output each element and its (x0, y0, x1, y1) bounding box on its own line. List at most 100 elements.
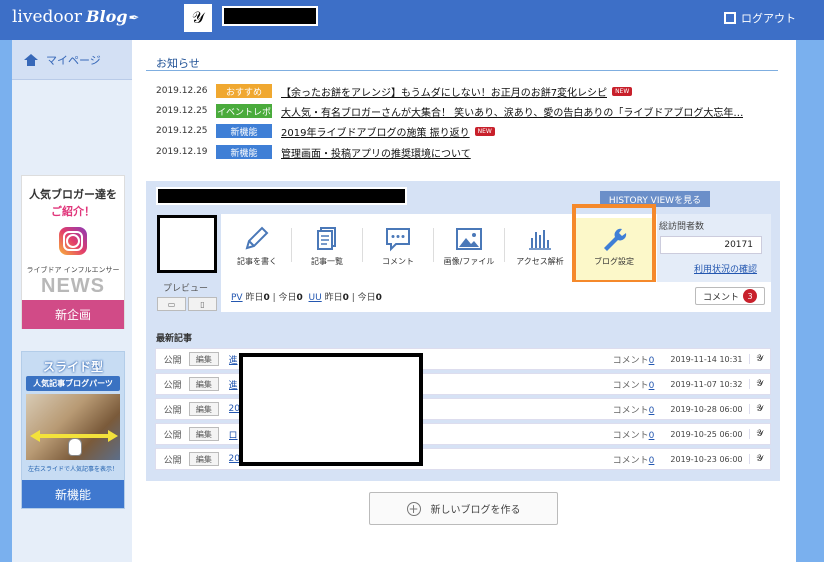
post-date: 2019-11-07 10:32 (670, 379, 743, 389)
edit-button[interactable]: 編集 (189, 427, 219, 441)
influencer-news-banner[interactable]: 人気ブロガー達を ご紹介！ ライブドア インフルエンサー NEWS 新企画 (21, 175, 125, 329)
stat-label: 昨日 (324, 293, 343, 303)
sidebar-item-mypage[interactable]: マイページ (12, 40, 132, 80)
post-status: 公開 (163, 405, 182, 416)
post-status: 公開 (163, 430, 182, 441)
comments-button[interactable]: コメント 3 (695, 287, 765, 305)
new-project-button[interactable]: 新企画 (22, 300, 124, 329)
pv-today-value: 0 (296, 293, 303, 303)
comment-count-badge: 3 (743, 289, 757, 303)
news-tag: イベントレポ (216, 104, 272, 118)
logout-button[interactable]: ログアウト (724, 10, 796, 26)
banner-title-accent: ご紹介！ (51, 205, 95, 218)
banner-subtitle: 人気記事ブログパーツ (26, 376, 120, 391)
post-date: 2019-10-23 06:00 (670, 454, 743, 464)
write-post-button[interactable]: 記事を書く (222, 222, 292, 272)
post-comments: コメント0 (592, 353, 655, 366)
create-new-blog-label: 新しいブログを作る (430, 505, 521, 516)
mobile-icon: ▯ (200, 299, 205, 309)
post-list-button[interactable]: 記事一覧 (292, 222, 362, 272)
comment-tool-button[interactable]: コメント (363, 222, 433, 272)
access-analytics-button[interactable]: アクセス解析 (505, 222, 575, 272)
news-link[interactable]: 大人気・有名ブロガーさんが大集合！ 笑いあり、涙あり、愛の告白ありの「ライブドア… (281, 104, 743, 119)
logo-text: livedoor (12, 7, 83, 27)
author-avatar: 𝒴 (748, 354, 771, 364)
uu-link[interactable]: UU (309, 293, 322, 303)
news-item: 2019.12.25 イベントレポ 大人気・有名ブロガーさんが大集合！ 笑いあり… (156, 103, 743, 119)
news-link[interactable]: 2019年ライブドアブログの施策 振り返り (281, 124, 470, 139)
news-tag: 新機能 (216, 145, 272, 159)
pv-uu-stats: PV 昨日0 | 今日0 UU 昨日0 | 今日0 (231, 293, 382, 303)
pencil-icon (245, 226, 269, 250)
comment-count-link[interactable]: 0 (649, 406, 655, 416)
news-link[interactable]: 管理画面・投稿アプリの推奨環境について (281, 145, 471, 160)
edit-button[interactable]: 編集 (189, 352, 219, 366)
pv-link[interactable]: PV (231, 293, 243, 303)
highlight-frame (572, 204, 656, 284)
comment-count-link[interactable]: 0 (649, 356, 655, 366)
uu-today-value: 0 (375, 293, 382, 303)
comment-label: コメント (612, 430, 649, 441)
plus-circle-icon: + (406, 501, 421, 516)
news-item: 2019.12.26 おすすめ 【余ったお餅をアレンジ】もうムダにしない！お正月… (156, 83, 633, 99)
news-link[interactable]: 【余ったお餅をアレンジ】もうムダにしない！お正月のお餅7変化レシピ (281, 84, 607, 99)
new-badge: NEW (612, 86, 633, 96)
author-avatar: 𝒴 (748, 454, 771, 464)
post-status: 公開 (163, 455, 182, 466)
blog-thumbnail[interactable] (157, 215, 217, 273)
desktop-preview-button[interactable]: ▭ (157, 297, 186, 311)
redacted-username (222, 6, 318, 26)
comment-label: コメント (612, 455, 649, 466)
hand-pointer-icon (68, 438, 82, 456)
banner-news-text: NEWS (41, 275, 105, 297)
stat-label: 今日 (278, 293, 297, 303)
document-list-icon (317, 227, 336, 250)
news-date: 2019.12.19 (156, 147, 208, 157)
bar-chart-icon (529, 230, 551, 250)
usage-status-link[interactable]: 利用状況の確認 (694, 262, 757, 275)
edit-button[interactable]: 編集 (189, 402, 219, 416)
edit-button[interactable]: 編集 (189, 377, 219, 391)
tool-label: 画像/ファイル (443, 257, 495, 266)
comment-count-link[interactable]: 0 (649, 456, 655, 466)
news-tag: 新機能 (216, 124, 272, 138)
pv-yesterday-value: 0 (263, 293, 270, 303)
post-date: 2019-10-25 06:00 (670, 429, 743, 439)
banner-subtitle: ライブドア インフルエンサー (26, 266, 120, 274)
banner-title: スライド型 (42, 360, 103, 374)
user-avatar[interactable]: 𝒴 (184, 4, 212, 32)
home-icon (24, 53, 38, 66)
preview-label: プレビュー (163, 284, 209, 294)
comment-count-link[interactable]: 0 (649, 431, 655, 441)
tool-label: コメント (382, 257, 414, 266)
redaction-box (239, 353, 423, 466)
logout-icon (724, 12, 736, 24)
post-comments: コメント0 (592, 453, 655, 466)
tool-label: アクセス解析 (516, 257, 564, 266)
news-date: 2019.12.26 (156, 86, 208, 96)
background-left (0, 40, 12, 562)
feather-icon: ✒ (128, 11, 140, 26)
post-comments: コメント0 (592, 428, 655, 441)
post-status: 公開 (163, 380, 182, 391)
stat-label: 今日 (357, 293, 376, 303)
mobile-preview-button[interactable]: ▯ (188, 297, 217, 311)
banner-title: 人気ブロガー達を (29, 188, 117, 201)
banner-caption: 左右スライドで人気記事を表示！ (27, 466, 118, 473)
desktop-icon: ▭ (167, 299, 176, 309)
uu-yesterday-value: 0 (342, 293, 349, 303)
edit-button[interactable]: 編集 (189, 452, 219, 466)
image-file-button[interactable]: 画像/ファイル (434, 222, 504, 272)
create-new-blog-button[interactable]: + 新しいブログを作る (369, 492, 558, 525)
post-date: 2019-11-14 10:31 (670, 354, 743, 364)
news-date: 2019.12.25 (156, 126, 208, 136)
comment-count-link[interactable]: 0 (649, 381, 655, 391)
news-tag: おすすめ (216, 84, 272, 98)
slide-parts-banner[interactable]: スライド型 人気記事ブログパーツ 左右スライドで人気記事を表示！ 新機能 (21, 351, 125, 509)
author-avatar: 𝒴 (748, 379, 771, 389)
comment-label: コメント (612, 405, 649, 416)
news-item: 2019.12.19 新機能 管理画面・投稿アプリの推奨環境について (156, 144, 471, 160)
new-feature-button[interactable]: 新機能 (22, 480, 124, 508)
livedoor-blog-logo[interactable]: livedoor Blog✒ (12, 7, 139, 27)
author-avatar: 𝒴 (748, 404, 771, 414)
